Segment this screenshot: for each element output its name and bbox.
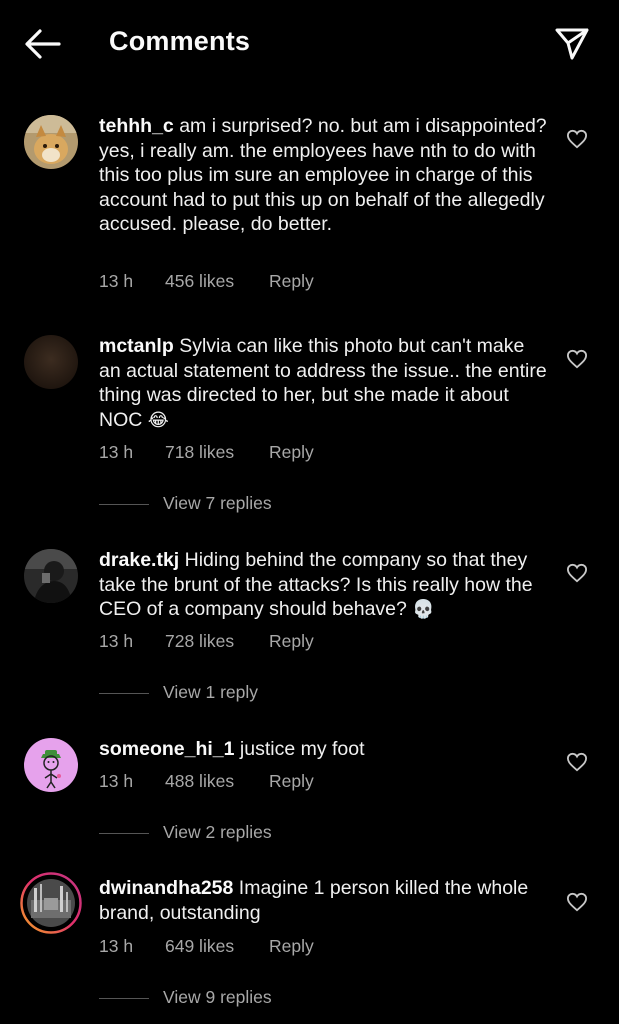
comment-likes[interactable]: 488 likes (165, 771, 269, 792)
comment-username[interactable]: someone_hi_1 (99, 738, 234, 760)
comment-body: justice my foot (239, 738, 365, 760)
avatar[interactable] (24, 115, 78, 169)
comment-likes[interactable]: 718 likes (165, 442, 269, 463)
heart-outline-icon (566, 892, 588, 912)
comment-username[interactable]: mctanlp (99, 335, 174, 357)
heart-outline-icon (566, 129, 588, 149)
avatar-story-ring[interactable] (20, 872, 82, 934)
reply-button[interactable]: Reply (269, 271, 314, 292)
avatar[interactable] (24, 738, 78, 792)
view-replies-label: View 2 replies (163, 822, 272, 842)
reply-button[interactable]: Reply (269, 442, 314, 463)
page-title: Comments (109, 26, 251, 56)
comment-timestamp: 13 h (99, 442, 134, 462)
reply-button[interactable]: Reply (269, 631, 314, 652)
replies-divider (99, 693, 149, 694)
comment-text: tehhh_c am i surprised? no. but am i dis… (99, 114, 549, 237)
comment-meta: 13 h 649 likes Reply (99, 936, 314, 957)
comment-text: someone_hi_1 justice my foot (99, 737, 549, 762)
comment-meta: 13 h 456 likes Reply (99, 271, 314, 292)
comment-likes[interactable]: 728 likes (165, 631, 269, 652)
replies-divider (99, 998, 149, 999)
comment-username[interactable]: drake.tkj (99, 549, 179, 571)
paper-plane-icon (555, 28, 589, 60)
like-button[interactable] (566, 129, 588, 149)
reply-button[interactable]: Reply (269, 936, 314, 957)
view-replies-label: View 7 replies (163, 493, 272, 513)
like-button[interactable] (566, 752, 588, 772)
replies-divider (99, 833, 149, 834)
view-replies-label: View 1 reply (163, 682, 259, 702)
arrow-left-icon (25, 29, 61, 59)
comment-meta: 13 h 728 likes Reply (99, 631, 314, 652)
comment-username[interactable]: tehhh_c (99, 115, 174, 137)
share-button[interactable] (552, 24, 592, 64)
comment-likes[interactable]: 456 likes (165, 271, 269, 292)
comment-text: mctanlp Sylvia can like this photo but c… (99, 334, 549, 432)
heart-outline-icon (566, 349, 588, 369)
comment-username[interactable]: dwinandha258 (99, 877, 233, 899)
avatar[interactable] (24, 549, 78, 603)
comment-timestamp: 13 h (99, 631, 134, 651)
like-button[interactable] (566, 349, 588, 369)
comment-timestamp: 13 h (99, 271, 134, 291)
header-bar: Comments (0, 0, 619, 90)
comment-timestamp: 13 h (99, 771, 134, 791)
comment-meta: 13 h 718 likes Reply (99, 442, 314, 463)
view-replies-label: View 9 replies (163, 987, 272, 1007)
heart-outline-icon (566, 752, 588, 772)
comment-text: drake.tkj Hiding behind the company so t… (99, 548, 549, 622)
heart-outline-icon (566, 563, 588, 583)
avatar[interactable] (24, 335, 78, 389)
like-button[interactable] (566, 892, 588, 912)
laughing-emoji: 😂 (147, 409, 169, 430)
replies-divider (99, 504, 149, 505)
back-button[interactable] (22, 26, 62, 62)
skull-emoji: 💀 (412, 599, 435, 619)
comment-timestamp: 13 h (99, 936, 134, 956)
reply-button[interactable]: Reply (269, 771, 314, 792)
comment-likes[interactable]: 649 likes (165, 936, 269, 957)
comment-text: dwinandha258 Imagine 1 person killed the… (99, 876, 549, 925)
comment-meta: 13 h 488 likes Reply (99, 771, 314, 792)
like-button[interactable] (566, 563, 588, 583)
